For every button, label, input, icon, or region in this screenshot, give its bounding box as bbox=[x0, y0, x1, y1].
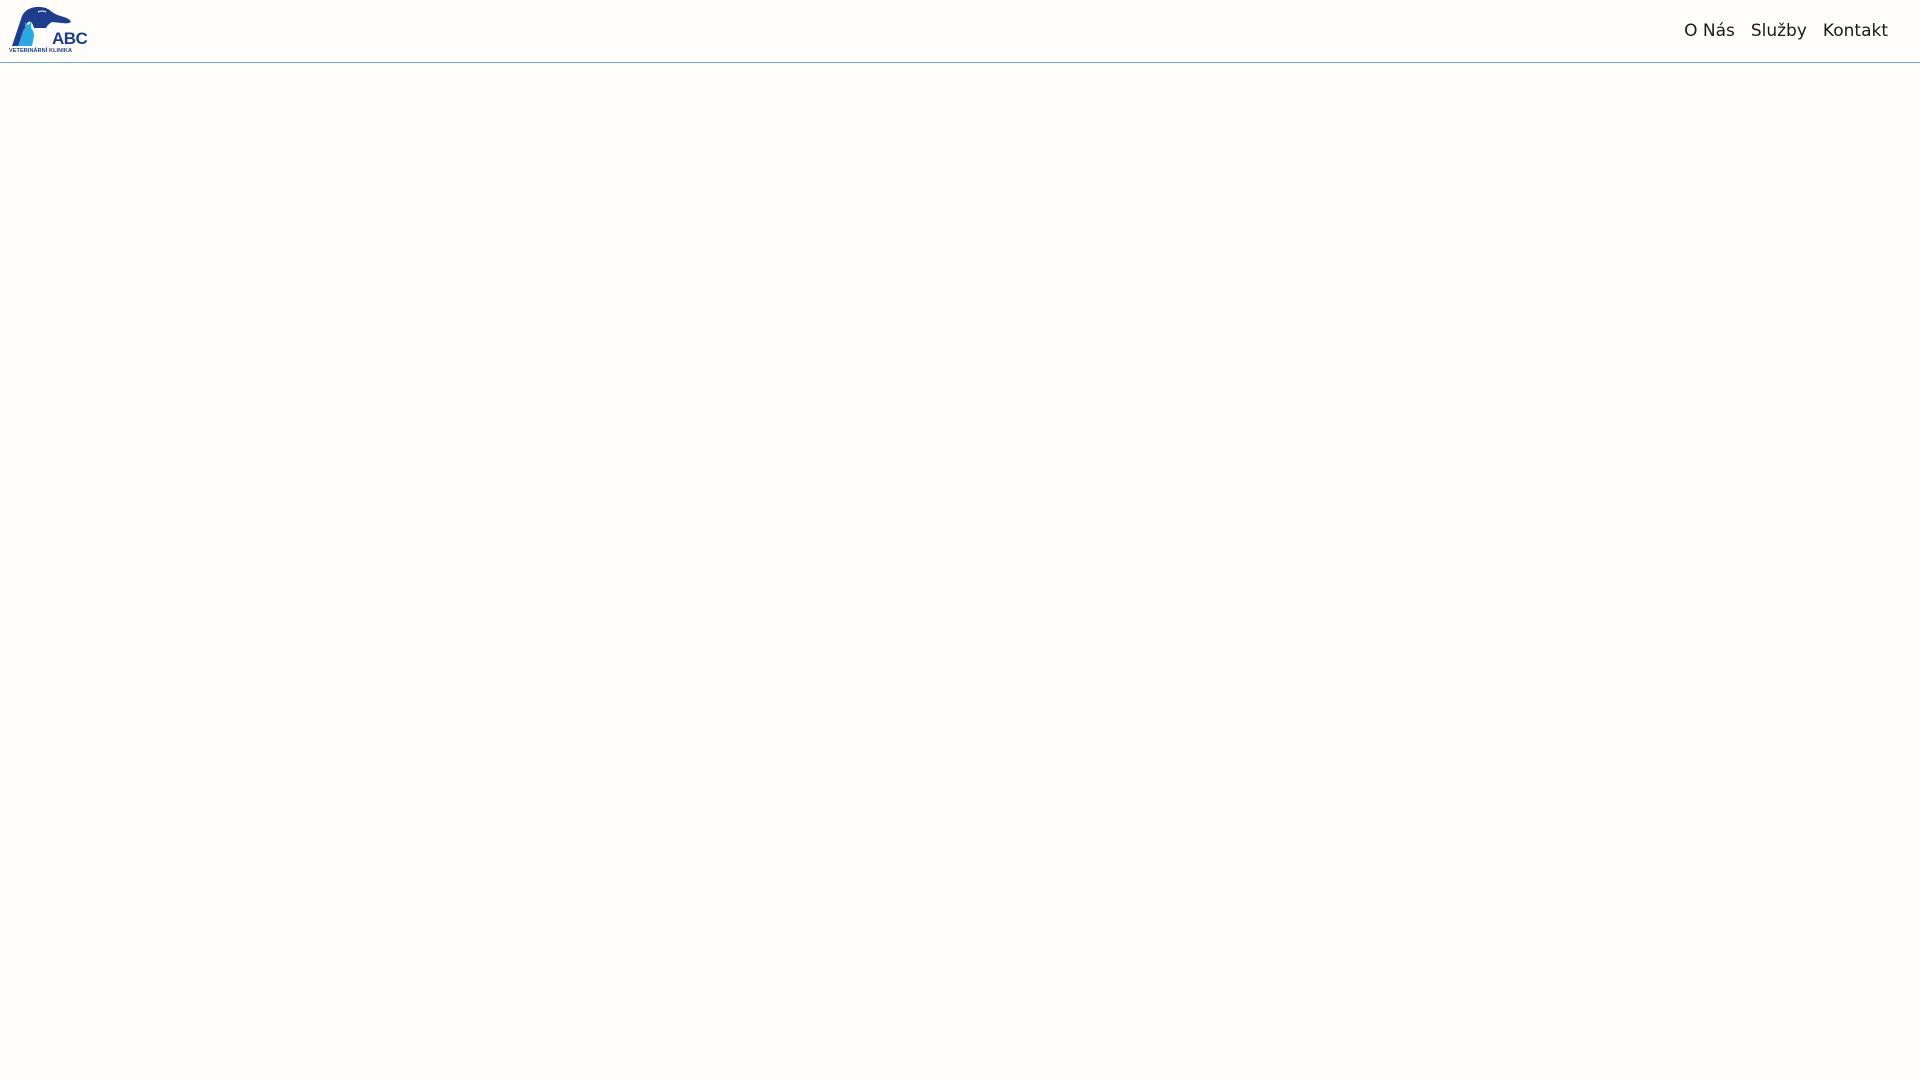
site-header: ABC VETERINÁRNÍ KLINIKA O Nás Služby Kon… bbox=[0, 0, 1920, 63]
nav-item-sluzby[interactable]: Služby bbox=[1751, 21, 1807, 41]
nav-item-kontakt[interactable]: Kontakt bbox=[1823, 21, 1888, 41]
logo-text: ABC bbox=[52, 29, 88, 48]
logo-subtitle: VETERINÁRNÍ KLINIKA bbox=[9, 48, 73, 54]
main-content bbox=[0, 64, 1920, 1080]
main-nav: O Nás Služby Kontakt bbox=[1684, 0, 1888, 62]
logo-link[interactable]: ABC VETERINÁRNÍ KLINIKA bbox=[8, 6, 88, 56]
nav-item-o-nas[interactable]: O Nás bbox=[1684, 21, 1735, 41]
